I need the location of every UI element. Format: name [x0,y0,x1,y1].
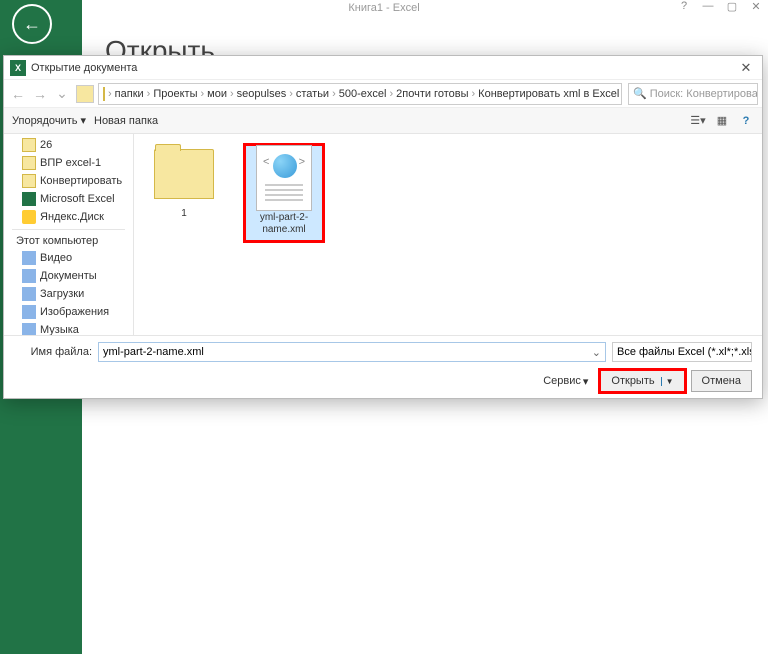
open-split-dropdown[interactable]: ▼ [661,377,674,386]
dialog-title: Открытие документа [31,62,736,74]
breadcrumb-segment[interactable]: Конвертировать xml в Excel [478,88,619,100]
new-folder-button[interactable]: Новая папка [94,115,158,127]
folder-icon [103,87,105,101]
file-item-folder[interactable]: 1 [144,144,224,220]
tree-item[interactable]: ВПР excel-1 [4,154,133,172]
organize-button[interactable]: Упорядочить▾ [12,114,86,127]
file-type-filter[interactable]: Все файлы Excel (*.xl*;*.xlsx;*.› ⌄ [612,342,752,362]
maximize-icon[interactable]: ▢ [725,0,739,13]
dialog-nav-row: ← → ⌄ › папки › Проекты › мои › seopulse… [4,80,762,108]
file-name: 1 [144,208,224,220]
file-item-xml[interactable]: <> yml-part-2-name.xml [244,144,324,242]
dialog-titlebar: X Открытие документа ✕ [4,56,762,80]
excel-window-controls: ? — ▢ ✕ [677,0,763,13]
tree-item-pictures[interactable]: Изображения [4,303,133,321]
dialog-footer: Имя файла: yml-part-2-name.xml ⌄ Все фай… [4,335,762,398]
excel-icon [22,192,36,206]
folder-icon [22,138,36,152]
filename-input[interactable]: yml-part-2-name.xml ⌄ [98,342,606,362]
breadcrumb-segment[interactable]: 2почти готовы [396,88,468,100]
navigation-tree: 26 ВПР excel-1 Конвертировать Microsoft … [4,134,134,335]
filename-label: Имя файла: [14,346,92,358]
tree-item[interactable]: Конвертировать [4,172,133,190]
file-name: yml-part-2-name.xml [244,212,324,236]
tree-item-this-pc[interactable]: Этот компьютер [4,233,133,249]
folder-icon [22,251,36,265]
search-placeholder: Поиск: Конвертировать xml … [650,88,758,100]
folder-icon [22,174,36,188]
tree-item-documents[interactable]: Документы [4,267,133,285]
excel-app-title: Книга1 - Excel [0,2,768,14]
breadcrumb-segment[interactable]: Проекты [153,88,197,100]
dialog-close-button[interactable]: ✕ [736,60,756,76]
search-icon: 🔍 [633,87,647,100]
help-icon[interactable]: ? [677,0,691,13]
tree-item[interactable]: 26 [4,136,133,154]
dialog-toolbar: Упорядочить▾ Новая папка ☰▾ ▦ ? [4,108,762,134]
nav-up-button[interactable] [76,85,94,103]
separator [12,229,125,230]
close-icon[interactable]: ✕ [749,0,763,13]
tree-item-excel[interactable]: Microsoft Excel [4,190,133,208]
breadcrumb-segment[interactable]: папки [115,88,144,100]
search-input[interactable]: 🔍 Поиск: Конвертировать xml … [628,83,758,105]
preview-pane-button[interactable]: ▦ [714,113,730,129]
folder-icon [22,305,36,319]
back-button[interactable]: ← [12,4,52,44]
folder-icon [22,269,36,283]
breadcrumb-segment[interactable]: 500-excel [339,88,387,100]
folder-icon [22,323,36,335]
tools-menu[interactable]: Сервис▾ [543,375,588,388]
minimize-icon[interactable]: — [701,0,715,13]
tree-item-downloads[interactable]: Загрузки [4,285,133,303]
file-list[interactable]: 1 <> yml-part-2-name.xml [134,134,762,335]
chevron-down-icon[interactable]: ⌄ [592,346,601,359]
breadcrumb-segment[interactable]: seopulses [237,88,287,100]
yandex-disk-icon [22,210,36,224]
folder-icon [22,156,36,170]
cancel-button[interactable]: Отмена [691,370,752,392]
view-mode-button[interactable]: ☰▾ [690,113,706,129]
open-button[interactable]: Открыть ▼ [600,370,684,392]
breadcrumb-bar[interactable]: › папки › Проекты › мои › seopulses › ст… [98,83,622,105]
help-button[interactable]: ? [738,113,754,129]
tree-item-yandex-disk[interactable]: Яндекс.Диск [4,208,133,226]
breadcrumb-segment[interactable]: статьи [296,88,329,100]
nav-recent-button[interactable]: ⌄ [52,84,72,104]
folder-icon [154,149,214,199]
nav-back-button[interactable]: ← [8,84,28,104]
folder-icon [22,287,36,301]
xml-file-icon: <> [256,145,312,211]
dialog-body: 26 ВПР excel-1 Конвертировать Microsoft … [4,134,762,335]
nav-forward-button[interactable]: → [30,84,50,104]
tree-item-videos[interactable]: Видео [4,249,133,267]
tree-item-music[interactable]: Музыка [4,321,133,335]
open-file-dialog: X Открытие документа ✕ ← → ⌄ › папки › П… [3,55,763,399]
excel-icon: X [10,60,26,76]
breadcrumb-segment[interactable]: мои [207,88,227,100]
